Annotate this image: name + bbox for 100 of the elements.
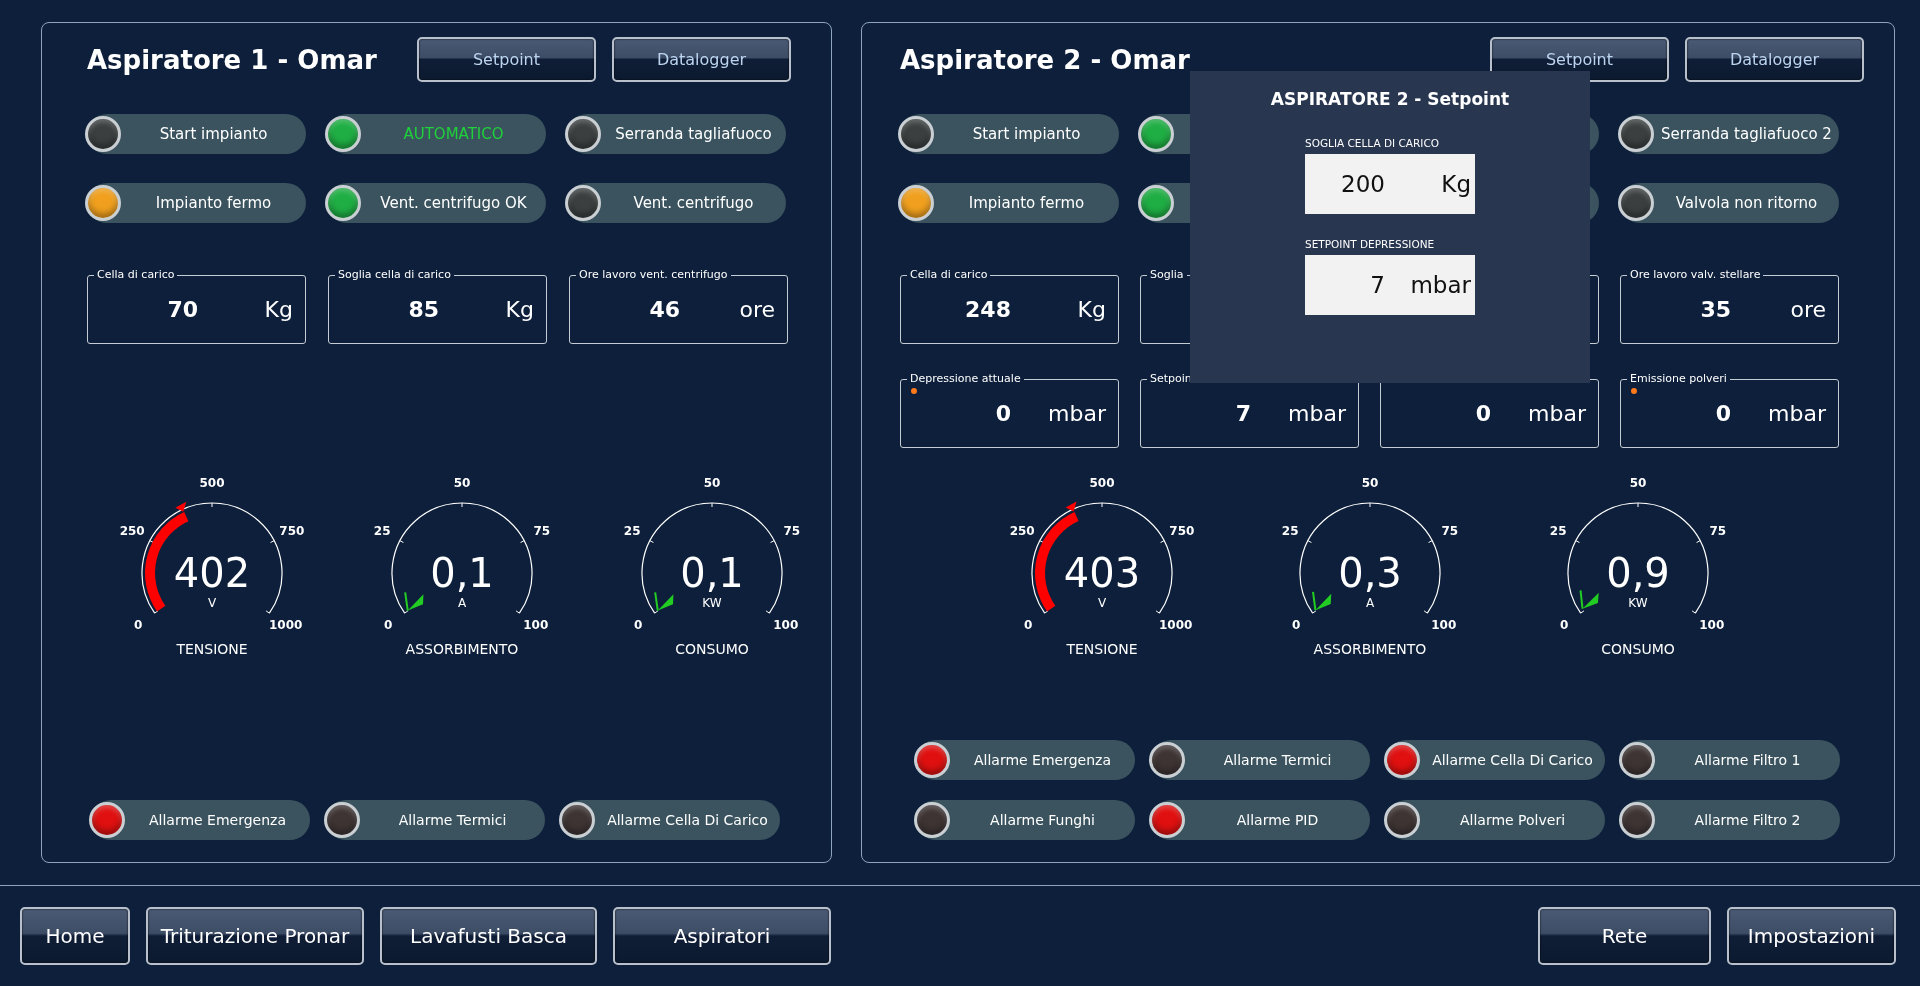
tick-label: 0 [134,617,143,632]
nav-button[interactable]: Rete [1538,907,1711,965]
tick-label: 750 [279,524,305,539]
tick-label: 0 [634,617,643,632]
status-label: Serranda tagliafuoco 2 [1660,125,1833,143]
field-label: Ore lavoro valv. stellare [1627,268,1764,281]
alarm-label: Allarme Emergenza [972,752,1113,768]
tick-label: 25 [1549,524,1567,539]
input-value: 200 [1340,171,1385,197]
field-value: 0 [1474,401,1491,426]
gauge-unit: KW [702,596,722,610]
status-label: Impianto fermo [154,194,273,212]
tick-label: 100 [773,617,799,632]
tick-label: 500 [1089,476,1115,490]
field-label: Cella di carico [94,268,178,281]
panel-title: Aspiratore 1 - Omar [87,45,377,75]
gauge-unit: A [457,596,467,610]
status-label: Impianto fermo [967,194,1086,212]
alarm-label: Allarme PID [1235,812,1320,828]
tick-label: 750 [1169,524,1195,539]
field-unit: mbar [1287,401,1347,426]
field-value: 0 [1714,401,1731,426]
status-label: Serranda tagliafuoco [614,125,773,143]
field-value: 46 [648,297,680,322]
tick-label: 0 [1024,617,1033,632]
field-unit: mbar [1767,401,1827,426]
gauge-unit: A [1365,596,1375,610]
gauge-needle [404,591,424,612]
gauge-unit: KW [1628,596,1648,610]
tick-label: 100 [1431,617,1457,632]
panel-button[interactable]: Datalogger [612,37,791,82]
field-unit: mbar [1527,401,1587,426]
field-value: 85 [407,297,439,322]
input-field[interactable]: 7 mbar [1305,255,1475,315]
tick-label: 250 [119,524,145,539]
tick-label: 75 [1709,524,1727,539]
input-value: 7 [1369,272,1385,298]
field-label: Ore lavoro vent. centrifugo [576,268,731,281]
gauge-value: 403 [1063,550,1141,596]
alarm-label: Allarme Cella Di Carico [606,812,769,828]
alarm-label: Allarme Polveri [1458,812,1567,828]
nav-button[interactable]: Aspiratori [613,907,831,965]
tick-label: 1000 [1159,617,1193,632]
field-label: Soglia [1147,268,1187,281]
field-unit: ore [738,297,776,322]
input-field[interactable]: 200 Kg [1305,154,1475,214]
tick-label: 0 [1560,617,1569,632]
field-label: Cella di carico [907,268,991,281]
gauge-value: 402 [173,550,251,596]
status-label: Vent. centrifugo [632,194,755,212]
tick-label: 50 [703,476,721,490]
popup-field-label: SOGLIA CELLA DI CARICO [1305,137,1439,149]
gauge-unit: V [1097,596,1107,610]
tick-label: 75 [783,524,801,539]
nav-button[interactable]: Impostazioni [1727,907,1896,965]
tick-label: 0 [384,617,393,632]
tick-label: 75 [533,524,551,539]
panel-button[interactable]: Datalogger [1685,37,1864,82]
input-unit: Kg [1440,171,1472,197]
field-value: 35 [1699,297,1731,322]
panel-button[interactable]: Setpoint [417,37,596,82]
field-value: 70 [166,297,198,322]
gauge-title: CONSUMO [1601,641,1675,657]
alarm-label: Allarme Funghi [989,812,1096,828]
alarm-label: Allarme Filtro 1 [1693,752,1802,768]
status-label: Vent. centrifugo OK [379,194,528,212]
field-value: 7 [1234,401,1251,426]
alarm-label: Allarme Emergenza [147,812,288,828]
gauge-value: 0,9 [1606,550,1670,596]
status-label: AUTOMATICO [402,125,505,143]
tick-label: 100 [1699,617,1725,632]
nav-button[interactable]: Home [20,907,130,965]
field-unit: mbar [1047,401,1107,426]
field-unit: Kg [263,297,294,322]
gauge-value: 0,1 [430,550,494,596]
gauge-needle [1579,589,1599,610]
input-unit: mbar [1409,272,1472,298]
nav-button[interactable]: Triturazione Pronar [146,907,364,965]
field-label: Depressione attuale [907,372,1024,385]
tick-label: 0 [1292,617,1301,632]
tick-label: 50 [453,476,471,490]
gauge-unit: V [207,596,217,610]
gauge-title: CONSUMO [675,641,749,657]
popup-field-label: SETPOINT DEPRESSIONE [1305,238,1435,250]
gauge-needle [654,591,674,612]
tick-label: 25 [373,524,391,539]
tick-label: 1000 [269,617,303,632]
tick-label: 50 [1629,476,1647,490]
status-label: Start impianto [971,125,1082,143]
tick-label: 50 [1361,476,1379,490]
gauge-title: ASSORBIMENTO [1313,641,1427,657]
alarm-label: Allarme Termici [1222,752,1333,768]
nav-button[interactable]: Lavafusti Basca [380,907,597,965]
field-unit: ore [1789,297,1827,322]
tick-label: 25 [1281,524,1299,539]
gauge-value: 0,1 [680,550,744,596]
field-unit: Kg [1076,297,1107,322]
gauge-value: 0,3 [1338,550,1402,596]
tick-label: 250 [1009,524,1035,539]
gauge-title: TENSIONE [176,641,248,657]
